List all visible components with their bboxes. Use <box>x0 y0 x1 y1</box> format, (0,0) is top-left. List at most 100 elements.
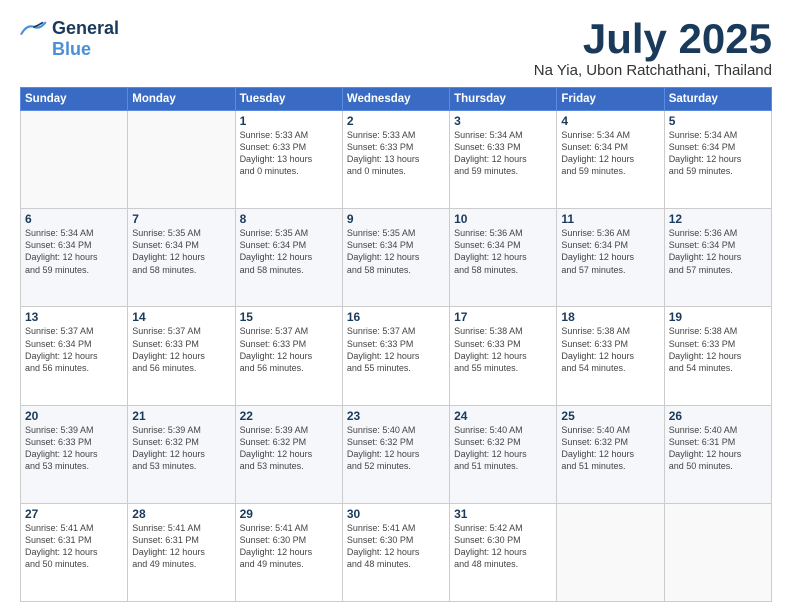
table-row: 17Sunrise: 5:38 AM Sunset: 6:33 PM Dayli… <box>450 307 557 405</box>
day-info: Sunrise: 5:41 AM Sunset: 6:30 PM Dayligh… <box>347 522 445 571</box>
table-row: 7Sunrise: 5:35 AM Sunset: 6:34 PM Daylig… <box>128 209 235 307</box>
day-info: Sunrise: 5:39 AM Sunset: 6:32 PM Dayligh… <box>132 424 230 473</box>
day-info: Sunrise: 5:37 AM Sunset: 6:33 PM Dayligh… <box>347 325 445 374</box>
day-number: 13 <box>25 310 123 324</box>
day-info: Sunrise: 5:41 AM Sunset: 6:31 PM Dayligh… <box>25 522 123 571</box>
table-row: 26Sunrise: 5:40 AM Sunset: 6:31 PM Dayli… <box>664 405 771 503</box>
day-number: 28 <box>132 507 230 521</box>
col-sunday: Sunday <box>21 88 128 111</box>
table-row: 27Sunrise: 5:41 AM Sunset: 6:31 PM Dayli… <box>21 503 128 601</box>
table-row: 2Sunrise: 5:33 AM Sunset: 6:33 PM Daylig… <box>342 111 449 209</box>
day-number: 2 <box>347 114 445 128</box>
day-info: Sunrise: 5:35 AM Sunset: 6:34 PM Dayligh… <box>347 227 445 276</box>
title-section: July 2025 Na Yia, Ubon Ratchathani, Thai… <box>534 18 772 79</box>
col-monday: Monday <box>128 88 235 111</box>
day-number: 16 <box>347 310 445 324</box>
table-row: 28Sunrise: 5:41 AM Sunset: 6:31 PM Dayli… <box>128 503 235 601</box>
day-info: Sunrise: 5:40 AM Sunset: 6:32 PM Dayligh… <box>561 424 659 473</box>
table-row: 15Sunrise: 5:37 AM Sunset: 6:33 PM Dayli… <box>235 307 342 405</box>
table-row: 9Sunrise: 5:35 AM Sunset: 6:34 PM Daylig… <box>342 209 449 307</box>
table-row: 19Sunrise: 5:38 AM Sunset: 6:33 PM Dayli… <box>664 307 771 405</box>
day-info: Sunrise: 5:36 AM Sunset: 6:34 PM Dayligh… <box>561 227 659 276</box>
day-number: 4 <box>561 114 659 128</box>
day-number: 15 <box>240 310 338 324</box>
day-info: Sunrise: 5:34 AM Sunset: 6:34 PM Dayligh… <box>561 129 659 178</box>
day-number: 17 <box>454 310 552 324</box>
day-info: Sunrise: 5:37 AM Sunset: 6:33 PM Dayligh… <box>132 325 230 374</box>
table-row: 21Sunrise: 5:39 AM Sunset: 6:32 PM Dayli… <box>128 405 235 503</box>
table-row <box>664 503 771 601</box>
day-number: 5 <box>669 114 767 128</box>
day-info: Sunrise: 5:37 AM Sunset: 6:33 PM Dayligh… <box>240 325 338 374</box>
day-info: Sunrise: 5:40 AM Sunset: 6:32 PM Dayligh… <box>454 424 552 473</box>
day-number: 8 <box>240 212 338 226</box>
day-number: 1 <box>240 114 338 128</box>
calendar-week-row: 1Sunrise: 5:33 AM Sunset: 6:33 PM Daylig… <box>21 111 772 209</box>
day-number: 11 <box>561 212 659 226</box>
col-thursday: Thursday <box>450 88 557 111</box>
table-row: 30Sunrise: 5:41 AM Sunset: 6:30 PM Dayli… <box>342 503 449 601</box>
table-row <box>128 111 235 209</box>
col-friday: Friday <box>557 88 664 111</box>
day-number: 20 <box>25 409 123 423</box>
day-number: 6 <box>25 212 123 226</box>
logo-icon <box>20 21 48 37</box>
table-row: 3Sunrise: 5:34 AM Sunset: 6:33 PM Daylig… <box>450 111 557 209</box>
logo: General Blue <box>20 18 119 60</box>
col-saturday: Saturday <box>664 88 771 111</box>
day-info: Sunrise: 5:34 AM Sunset: 6:34 PM Dayligh… <box>669 129 767 178</box>
day-info: Sunrise: 5:33 AM Sunset: 6:33 PM Dayligh… <box>347 129 445 178</box>
table-row: 5Sunrise: 5:34 AM Sunset: 6:34 PM Daylig… <box>664 111 771 209</box>
col-wednesday: Wednesday <box>342 88 449 111</box>
day-info: Sunrise: 5:40 AM Sunset: 6:31 PM Dayligh… <box>669 424 767 473</box>
day-info: Sunrise: 5:34 AM Sunset: 6:34 PM Dayligh… <box>25 227 123 276</box>
day-number: 18 <box>561 310 659 324</box>
day-number: 7 <box>132 212 230 226</box>
table-row: 25Sunrise: 5:40 AM Sunset: 6:32 PM Dayli… <box>557 405 664 503</box>
location-title: Na Yia, Ubon Ratchathani, Thailand <box>534 62 772 79</box>
day-number: 19 <box>669 310 767 324</box>
day-info: Sunrise: 5:41 AM Sunset: 6:31 PM Dayligh… <box>132 522 230 571</box>
day-info: Sunrise: 5:37 AM Sunset: 6:34 PM Dayligh… <box>25 325 123 374</box>
day-number: 25 <box>561 409 659 423</box>
table-row: 18Sunrise: 5:38 AM Sunset: 6:33 PM Dayli… <box>557 307 664 405</box>
day-number: 24 <box>454 409 552 423</box>
day-number: 22 <box>240 409 338 423</box>
day-info: Sunrise: 5:36 AM Sunset: 6:34 PM Dayligh… <box>669 227 767 276</box>
day-info: Sunrise: 5:41 AM Sunset: 6:30 PM Dayligh… <box>240 522 338 571</box>
table-row: 14Sunrise: 5:37 AM Sunset: 6:33 PM Dayli… <box>128 307 235 405</box>
table-row: 6Sunrise: 5:34 AM Sunset: 6:34 PM Daylig… <box>21 209 128 307</box>
day-number: 31 <box>454 507 552 521</box>
table-row: 10Sunrise: 5:36 AM Sunset: 6:34 PM Dayli… <box>450 209 557 307</box>
day-info: Sunrise: 5:38 AM Sunset: 6:33 PM Dayligh… <box>561 325 659 374</box>
table-row: 31Sunrise: 5:42 AM Sunset: 6:30 PM Dayli… <box>450 503 557 601</box>
day-info: Sunrise: 5:40 AM Sunset: 6:32 PM Dayligh… <box>347 424 445 473</box>
table-row <box>557 503 664 601</box>
day-number: 12 <box>669 212 767 226</box>
table-row: 23Sunrise: 5:40 AM Sunset: 6:32 PM Dayli… <box>342 405 449 503</box>
header: General Blue July 2025 Na Yia, Ubon Ratc… <box>20 18 772 79</box>
day-number: 9 <box>347 212 445 226</box>
page: General Blue July 2025 Na Yia, Ubon Ratc… <box>0 0 792 612</box>
day-info: Sunrise: 5:38 AM Sunset: 6:33 PM Dayligh… <box>669 325 767 374</box>
day-number: 14 <box>132 310 230 324</box>
table-row: 13Sunrise: 5:37 AM Sunset: 6:34 PM Dayli… <box>21 307 128 405</box>
day-number: 30 <box>347 507 445 521</box>
calendar-week-row: 20Sunrise: 5:39 AM Sunset: 6:33 PM Dayli… <box>21 405 772 503</box>
table-row: 4Sunrise: 5:34 AM Sunset: 6:34 PM Daylig… <box>557 111 664 209</box>
calendar-week-row: 27Sunrise: 5:41 AM Sunset: 6:31 PM Dayli… <box>21 503 772 601</box>
day-info: Sunrise: 5:39 AM Sunset: 6:32 PM Dayligh… <box>240 424 338 473</box>
table-row <box>21 111 128 209</box>
day-info: Sunrise: 5:39 AM Sunset: 6:33 PM Dayligh… <box>25 424 123 473</box>
logo-general: General <box>52 18 119 39</box>
table-row: 20Sunrise: 5:39 AM Sunset: 6:33 PM Dayli… <box>21 405 128 503</box>
table-row: 12Sunrise: 5:36 AM Sunset: 6:34 PM Dayli… <box>664 209 771 307</box>
day-number: 27 <box>25 507 123 521</box>
logo-blue: Blue <box>52 39 91 60</box>
day-info: Sunrise: 5:36 AM Sunset: 6:34 PM Dayligh… <box>454 227 552 276</box>
day-info: Sunrise: 5:33 AM Sunset: 6:33 PM Dayligh… <box>240 129 338 178</box>
day-number: 29 <box>240 507 338 521</box>
day-info: Sunrise: 5:38 AM Sunset: 6:33 PM Dayligh… <box>454 325 552 374</box>
day-info: Sunrise: 5:35 AM Sunset: 6:34 PM Dayligh… <box>240 227 338 276</box>
day-number: 10 <box>454 212 552 226</box>
